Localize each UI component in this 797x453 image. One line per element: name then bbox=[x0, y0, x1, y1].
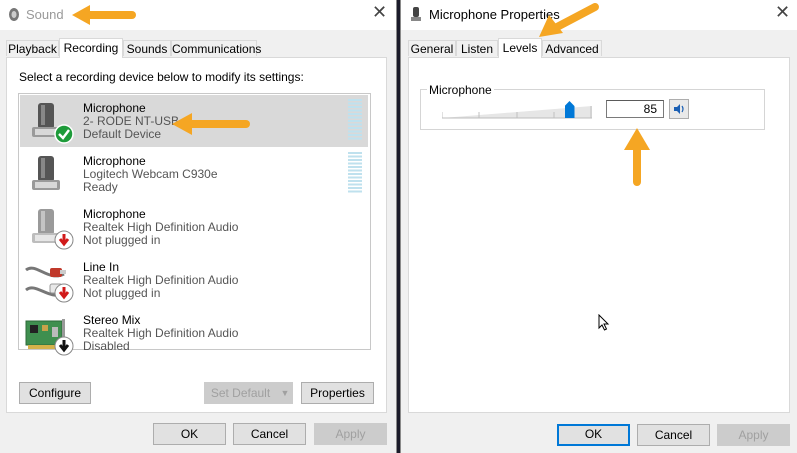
tab-communications[interactable]: Communications bbox=[171, 40, 261, 56]
device-name: Microphone bbox=[83, 101, 146, 115]
device-description: 2- RODE NT-USB bbox=[83, 114, 180, 128]
device-status: Default Device bbox=[83, 127, 162, 141]
default-device-check-icon bbox=[54, 124, 74, 144]
device-name: Line In bbox=[83, 260, 120, 274]
cancel-button[interactable]: Cancel bbox=[233, 423, 306, 445]
level-slider[interactable] bbox=[442, 100, 592, 120]
close-icon[interactable]: ✕ bbox=[775, 3, 790, 23]
annotation-arrow-icon bbox=[172, 113, 250, 135]
mute-toggle-button[interactable] bbox=[669, 99, 689, 119]
apply-button[interactable]: Apply bbox=[314, 423, 387, 445]
ok-button[interactable]: OK bbox=[557, 424, 630, 446]
device-description: Logitech Webcam C930e bbox=[83, 167, 218, 181]
set-default-dropdown-button[interactable]: ▼ bbox=[277, 382, 293, 404]
set-default-button[interactable]: Set Default bbox=[204, 382, 277, 404]
device-description: Realtek High Definition Audio bbox=[83, 326, 239, 340]
microphone-icon bbox=[32, 156, 60, 190]
list-item[interactable]: Microphone Logitech Webcam C930e Ready bbox=[20, 148, 368, 200]
device-name: Microphone bbox=[83, 207, 146, 221]
device-name: Stereo Mix bbox=[83, 313, 141, 327]
tab-general[interactable]: General bbox=[408, 40, 456, 56]
mouse-cursor-icon bbox=[598, 314, 610, 331]
annotation-arrow-icon bbox=[72, 5, 136, 25]
tab-levels[interactable]: Levels bbox=[498, 38, 542, 58]
levels-tab-panel: Microphone 85 bbox=[408, 57, 790, 413]
device-status: Ready bbox=[83, 180, 118, 194]
tab-sounds[interactable]: Sounds bbox=[123, 40, 171, 56]
speaker-icon bbox=[9, 8, 19, 21]
configure-button[interactable]: Configure bbox=[19, 382, 91, 404]
device-status: Not plugged in bbox=[83, 286, 161, 300]
unplugged-arrow-icon bbox=[54, 230, 74, 250]
annotation-arrow-icon bbox=[624, 128, 650, 186]
title-bar[interactable]: Sound ✕ bbox=[0, 0, 396, 30]
instruction-text: Select a recording device below to modif… bbox=[19, 70, 304, 84]
apply-button[interactable]: Apply bbox=[717, 424, 790, 446]
tab-recording[interactable]: Recording bbox=[59, 38, 123, 58]
device-description: Realtek High Definition Audio bbox=[83, 273, 239, 287]
annotation-arrow-icon bbox=[539, 3, 599, 37]
speaker-icon bbox=[674, 104, 684, 114]
tab-listen[interactable]: Listen bbox=[456, 40, 498, 56]
device-description: Realtek High Definition Audio bbox=[83, 220, 239, 234]
device-name: Microphone bbox=[83, 154, 146, 168]
list-item[interactable]: Microphone Realtek High Definition Audio… bbox=[20, 201, 368, 253]
cancel-button[interactable]: Cancel bbox=[637, 424, 710, 446]
level-meter bbox=[348, 152, 362, 194]
group-label: Microphone bbox=[427, 83, 494, 97]
window-title: Sound bbox=[26, 7, 64, 22]
microphone-properties-dialog: Microphone Properties ✕ General Listen L… bbox=[400, 0, 797, 453]
ok-button[interactable]: OK bbox=[153, 423, 226, 445]
device-status: Not plugged in bbox=[83, 233, 161, 247]
chevron-down-icon: ▼ bbox=[280, 388, 290, 398]
close-icon[interactable]: ✕ bbox=[372, 3, 387, 23]
list-item[interactable]: Stereo Mix Realtek High Definition Audio… bbox=[20, 307, 368, 359]
tab-playback[interactable]: Playback bbox=[6, 40, 59, 56]
device-status: Disabled bbox=[83, 339, 130, 353]
unplugged-arrow-icon bbox=[54, 283, 74, 303]
microphone-icon bbox=[411, 7, 421, 21]
sound-dialog: Sound ✕ Playback Recording Sounds Commun… bbox=[0, 0, 397, 453]
level-meter bbox=[348, 99, 362, 141]
list-item[interactable]: Line In Realtek High Definition Audio No… bbox=[20, 254, 368, 306]
disabled-arrow-icon bbox=[54, 336, 74, 356]
properties-button[interactable]: Properties bbox=[301, 382, 374, 404]
level-value-field[interactable]: 85 bbox=[606, 100, 664, 118]
tab-advanced[interactable]: Advanced bbox=[542, 40, 602, 56]
